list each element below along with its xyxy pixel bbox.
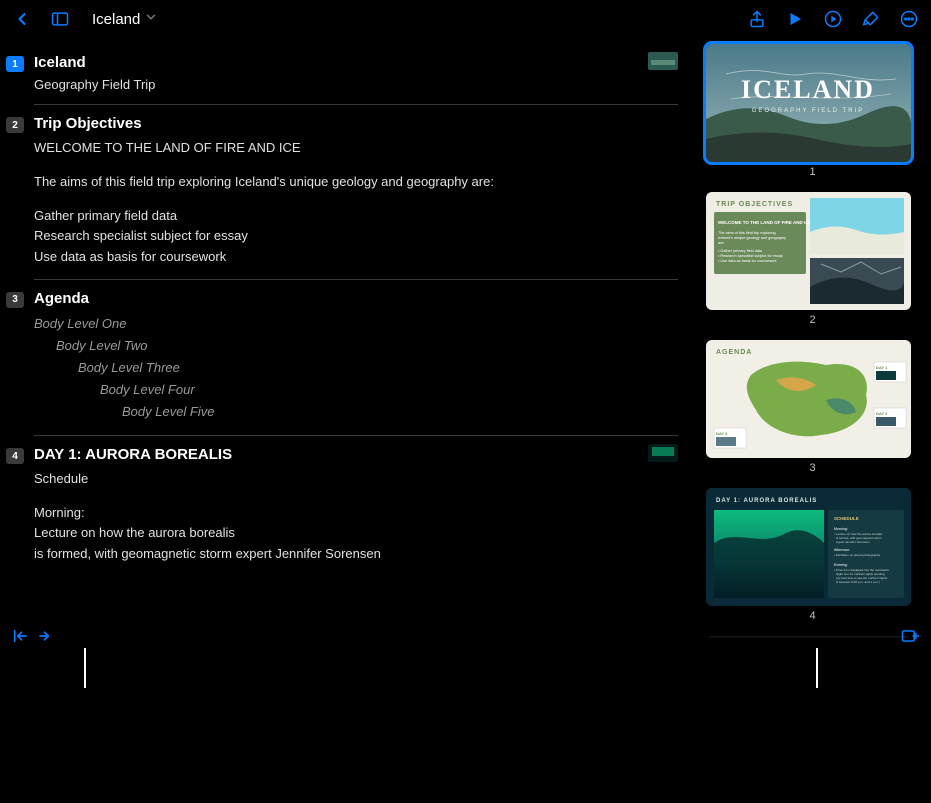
callout-marker — [816, 648, 818, 688]
outline-body-line: Lecture on how the aurora borealis — [34, 523, 678, 543]
slide-mini-thumb — [648, 52, 678, 70]
play-button[interactable] — [783, 7, 807, 31]
svg-text:is between 9:30 p.m. and 1 a.m: is between 9:30 p.m. and 1 a.m.) — [836, 580, 880, 584]
slide-thumbnail[interactable]: ICELAND GEOGRAPHY FIELD TRIP — [706, 44, 911, 162]
slide-number-badge: 2 — [6, 117, 24, 133]
nav-slide-3[interactable]: AGENDA DAY 1 DAY 2 DAY 3 3 — [706, 340, 919, 482]
outline-slide-2[interactable]: 2 Trip Objectives WELCOME TO THE LAND OF… — [34, 105, 678, 280]
slide-number-badge: 4 — [6, 448, 24, 464]
indent-button[interactable] — [36, 624, 56, 648]
toolbar: Iceland — [0, 0, 931, 38]
svg-text:DAY 3: DAY 3 — [716, 431, 728, 436]
document-title: Iceland — [92, 11, 140, 28]
share-button[interactable] — [745, 7, 769, 31]
svg-text:Morning:: Morning: — [834, 527, 848, 531]
outline-placeholder: Body Level Three — [78, 357, 678, 379]
svg-text:WELCOME TO THE LAND OF FIRE AN: WELCOME TO THE LAND OF FIRE AND ICE — [718, 220, 812, 225]
slide-thumbnail[interactable]: AGENDA DAY 1 DAY 2 DAY 3 — [706, 340, 911, 458]
outline-title: DAY 1: AURORA BOREALIS — [34, 446, 678, 463]
rehearse-button[interactable] — [821, 7, 845, 31]
format-brush-button[interactable] — [859, 7, 883, 31]
back-button[interactable] — [10, 7, 34, 31]
outline-slide-3[interactable]: 3 Agenda Body Level One Body Level Two B… — [34, 280, 678, 436]
svg-text:SCHEDULE: SCHEDULE — [834, 516, 859, 521]
svg-text:ICELAND: ICELAND — [741, 75, 875, 104]
outline-slide-1[interactable]: 1 Iceland Geography Field Trip — [34, 44, 678, 105]
slide-number-badge: 3 — [6, 292, 24, 308]
svg-text:AGENDA: AGENDA — [716, 349, 752, 356]
svg-text:• Gather primary field data: • Gather primary field data — [718, 249, 763, 253]
bottom-toolbar — [0, 624, 931, 648]
main-content: 1 Iceland Geography Field Trip 2 Trip Ob… — [0, 38, 931, 648]
outline-placeholder: Body Level Five — [122, 401, 678, 423]
svg-text:• Exhibition on aurora photogr: • Exhibition on aurora photography — [834, 553, 881, 557]
svg-text:• Research specialist subject: • Research specialist subject for essay — [718, 254, 783, 258]
document-title-menu[interactable]: Iceland — [92, 10, 158, 29]
svg-text:TRIP OBJECTIVES: TRIP OBJECTIVES — [716, 201, 793, 208]
outline-placeholder: Body Level Two — [56, 335, 678, 357]
outline-body-line: Morning: — [34, 503, 678, 523]
outline-body-line: The aims of this field trip exploring Ic… — [34, 172, 678, 192]
slide-number: 1 — [706, 162, 919, 186]
outline-placeholder: Body Level One — [34, 313, 678, 335]
slide-thumbnail[interactable]: DAY 1: AURORA BOREALIS SCHEDULE Morning:… — [706, 488, 911, 606]
svg-text:Afternoon:: Afternoon: — [834, 548, 850, 552]
svg-text:DAY 2: DAY 2 — [876, 411, 888, 416]
outline-body-line: Schedule — [34, 469, 678, 489]
annotation-area — [0, 648, 931, 803]
outline-body-line: is formed, with geomagnetic storm expert… — [34, 544, 678, 564]
svg-text:expert Jennifer Sorensen: expert Jennifer Sorensen — [836, 540, 870, 544]
outline-pane[interactable]: 1 Iceland Geography Field Trip 2 Trip Ob… — [0, 38, 700, 648]
more-button[interactable] — [897, 7, 921, 31]
svg-text:Iceland's unique geology and g: Iceland's unique geology and geography — [718, 236, 786, 240]
nav-slide-1[interactable]: ICELAND GEOGRAPHY FIELD TRIP 1 — [706, 44, 919, 186]
outline-body-line: Gather primary field data — [34, 206, 678, 226]
outline-body-line: Research specialist subject for essay — [34, 226, 678, 246]
slide-thumbnail[interactable]: TRIP OBJECTIVES WELCOME TO THE LAND OF F… — [706, 192, 911, 310]
callout-marker — [84, 648, 86, 688]
slide-mini-thumb — [648, 444, 678, 462]
slide-number-badge: 1 — [6, 56, 24, 72]
outline-body-line: WELCOME TO THE LAND OF FIRE AND ICE — [34, 138, 678, 158]
svg-text:are:: are: — [718, 241, 725, 245]
add-slide-button[interactable] — [899, 624, 921, 648]
nav-slide-2[interactable]: TRIP OBJECTIVES WELCOME TO THE LAND OF F… — [706, 192, 919, 334]
outline-title: Trip Objectives — [34, 115, 678, 132]
slide-navigator[interactable]: ICELAND GEOGRAPHY FIELD TRIP 1 TRIP OBJE… — [700, 38, 931, 648]
outline-placeholder: Body Level Four — [100, 379, 678, 401]
slide-number: 3 — [706, 458, 919, 482]
svg-text:GEOGRAPHY FIELD TRIP: GEOGRAPHY FIELD TRIP — [752, 108, 864, 114]
outline-body-line: Use data as basis for coursework — [34, 247, 678, 267]
svg-text:DAY 1: DAY 1 — [876, 365, 888, 370]
slide-number: 2 — [706, 310, 919, 334]
sidebar-toggle-button[interactable] — [48, 7, 72, 31]
svg-text:Evening:: Evening: — [834, 563, 848, 567]
svg-text:DAY 1: AURORA BOREALIS: DAY 1: AURORA BOREALIS — [716, 498, 817, 504]
outline-subtitle: Geography Field Trip — [34, 77, 678, 92]
chevron-down-icon — [144, 10, 158, 29]
outline-slide-4[interactable]: 4 DAY 1: AURORA BOREALIS Schedule Mornin… — [34, 436, 678, 572]
svg-text:The aims of this field trip ex: The aims of this field trip exploring — [718, 231, 776, 235]
outdent-button[interactable] — [10, 624, 30, 648]
nav-slide-4[interactable]: DAY 1: AURORA BOREALIS SCHEDULE Morning:… — [706, 488, 919, 630]
outline-title: Iceland — [34, 54, 678, 71]
outline-title: Agenda — [34, 290, 678, 307]
svg-text:• Use data as basis for course: • Use data as basis for coursework — [718, 259, 777, 263]
